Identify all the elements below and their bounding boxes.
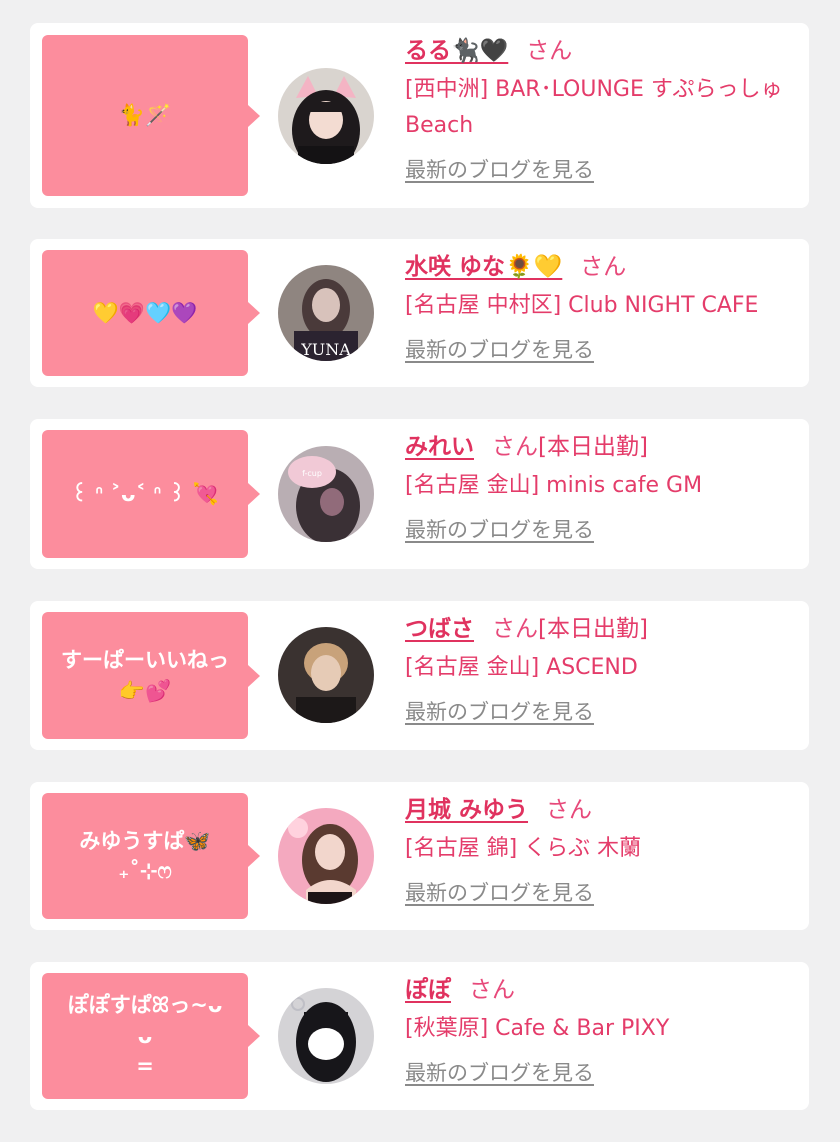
honorific: さん bbox=[492, 616, 538, 642]
cast-name-link[interactable]: つばさ bbox=[405, 616, 474, 642]
shop-name: [名古屋 錦] くらぶ 木蘭 bbox=[405, 836, 642, 861]
cast-info: みれい さん[本日出勤] [名古屋 金山] minis cafe GM 最新のブロ… bbox=[405, 432, 795, 544]
cast-card: みゆうすぱ🦋 ₊˚⊹ෆ 月城 みゆう さん [名古屋 錦] くらぶ 木蘭 最新のブ… bbox=[30, 782, 809, 930]
honorific: さん bbox=[580, 254, 627, 280]
avatar[interactable] bbox=[278, 988, 374, 1084]
cast-info: 月城 みゆう さん [名古屋 錦] くらぶ 木蘭 最新のブログを見る bbox=[405, 795, 795, 907]
latest-blog-link[interactable]: 最新のブログを見る bbox=[405, 879, 594, 907]
cast-info: るる🐈‍⬛🖤 さん [西中洲] BAR･LOUNGE すぷらっしゅBeach 最新… bbox=[405, 36, 795, 184]
name-line: みれい さん[本日出勤] bbox=[405, 432, 795, 462]
message-bubble: 🐈🪄 bbox=[42, 35, 260, 196]
svg-text:YUNA: YUNA bbox=[300, 340, 351, 359]
name-line: 水咲 ゆな🌻💛 さん bbox=[405, 252, 795, 282]
honorific: さん bbox=[546, 797, 593, 823]
cast-card: 🐈🪄 るる🐈‍⬛🖤 さん [西中洲] BAR･LOUNGE すぷらっしゅBeach… bbox=[30, 23, 809, 208]
cast-info: つばさ さん[本日出勤] [名古屋 金山] ASCEND 最新のブログを見る bbox=[405, 614, 795, 726]
honorific: さん bbox=[469, 977, 515, 1003]
avatar-photo-icon bbox=[278, 988, 374, 1084]
avatar[interactable]: f-cup bbox=[278, 446, 374, 542]
latest-blog-link[interactable]: 最新のブログを見る bbox=[405, 156, 594, 184]
latest-blog-link[interactable]: 最新のブログを見る bbox=[405, 1059, 594, 1087]
honorific: さん bbox=[526, 38, 573, 64]
name-line: つばさ さん[本日出勤] bbox=[405, 614, 795, 644]
cast-card: すーぱーいいねっ 👉💕 つばさ さん[本日出勤] [名古屋 金山] ASCEND … bbox=[30, 601, 809, 750]
cast-card: ぽぽすぱꕤっ~ᴗ ᴗ = ぽぽ さん [秋葉原] Cafe & Bar PIXY … bbox=[30, 962, 809, 1110]
shop-name: [秋葉原] Cafe & Bar PIXY bbox=[405, 1016, 670, 1041]
blog-card-list: 🐈🪄 るる🐈‍⬛🖤 さん [西中洲] BAR･LOUNGE すぷらっしゅBeach… bbox=[0, 0, 840, 1142]
latest-blog-link[interactable]: 最新のブログを見る bbox=[405, 698, 594, 726]
status-text: [本日出勤] bbox=[538, 616, 648, 642]
message-bubble: すーぱーいいねっ 👉💕 bbox=[42, 612, 260, 739]
cast-info: ぽぽ さん [秋葉原] Cafe & Bar PIXY 最新のブログを見る bbox=[405, 975, 795, 1087]
cast-card: 💛💗🩵💜 YUNA 水咲 ゆな🌻💛 さん [名古屋 中村区] Club NIGHT… bbox=[30, 239, 809, 387]
message-bubble: みゆうすぱ🦋 ₊˚⊹ෆ bbox=[42, 793, 260, 919]
honorific: さん bbox=[492, 434, 538, 460]
shop-name: [名古屋 中村区] Club NIGHT CAFE bbox=[405, 293, 759, 318]
cast-name-link[interactable]: 月城 みゆう bbox=[405, 797, 528, 823]
svg-text:f-cup: f-cup bbox=[302, 469, 322, 478]
message-bubble: ぽぽすぱꕤっ~ᴗ ᴗ = bbox=[42, 973, 260, 1099]
avatar[interactable]: YUNA bbox=[278, 265, 374, 361]
avatar-photo-icon: f-cup bbox=[278, 446, 374, 542]
avatar-photo-icon: YUNA bbox=[278, 265, 374, 361]
shop-name: [西中洲] BAR･LOUNGE すぷらっしゅBeach bbox=[405, 77, 783, 138]
message-bubble: 💛💗🩵💜 bbox=[42, 250, 260, 376]
cast-name-link[interactable]: るる🐈‍⬛🖤 bbox=[405, 38, 508, 64]
avatar[interactable] bbox=[278, 627, 374, 723]
latest-blog-link[interactable]: 最新のブログを見る bbox=[405, 516, 594, 544]
avatar-photo-icon bbox=[278, 808, 374, 904]
cast-info: 水咲 ゆな🌻💛 さん [名古屋 中村区] Club NIGHT CAFE 最新のブ… bbox=[405, 252, 795, 364]
cast-name-link[interactable]: みれい bbox=[405, 434, 474, 460]
name-line: ぽぽ さん bbox=[405, 975, 795, 1005]
shop-name: [名古屋 金山] minis cafe GM bbox=[405, 473, 703, 498]
latest-blog-link[interactable]: 最新のブログを見る bbox=[405, 336, 594, 364]
cast-card: ꒰ ᐢ ˃ᴗ˂ ᐢ ꒱ 💘 f-cup みれい さん[本日出勤] [名古屋 金山]… bbox=[30, 419, 809, 569]
avatar[interactable] bbox=[278, 68, 374, 164]
cast-name-link[interactable]: ぽぽ bbox=[405, 977, 451, 1003]
avatar-photo-icon bbox=[278, 68, 374, 164]
avatar-photo-icon bbox=[278, 627, 374, 723]
name-line: るる🐈‍⬛🖤 さん bbox=[405, 36, 795, 66]
status-text: [本日出勤] bbox=[538, 434, 648, 460]
name-line: 月城 みゆう さん bbox=[405, 795, 795, 825]
cast-name-link[interactable]: 水咲 ゆな🌻💛 bbox=[405, 254, 562, 280]
avatar[interactable] bbox=[278, 808, 374, 904]
message-bubble: ꒰ ᐢ ˃ᴗ˂ ᐢ ꒱ 💘 bbox=[42, 430, 260, 558]
shop-name: [名古屋 金山] ASCEND bbox=[405, 655, 638, 680]
